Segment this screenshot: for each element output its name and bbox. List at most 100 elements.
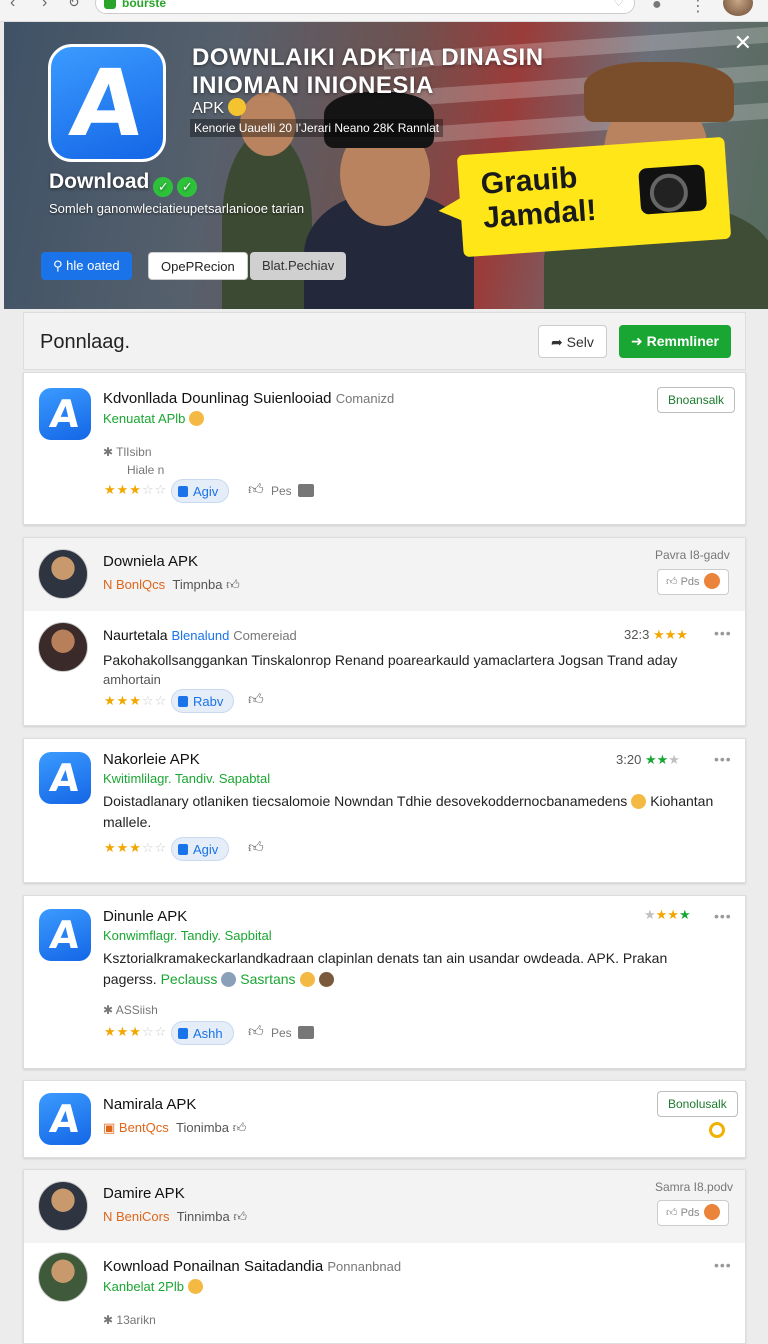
more-icon[interactable]: ••• <box>714 625 732 641</box>
item-label: Samra I8.podv <box>655 1180 734 1194</box>
banner-download-label: Download ✓ ✓ <box>49 170 198 197</box>
item-title: Namirala APK <box>103 1096 197 1113</box>
item-rating: ★★★★ <box>644 907 691 922</box>
share-button[interactable]: ➦ Selv <box>538 325 607 358</box>
emoji-icon <box>221 972 237 987</box>
more-icon[interactable]: ••• <box>714 1257 732 1273</box>
item-actions[interactable]: 👍︎ Pds <box>657 1200 729 1226</box>
emoji-icon <box>299 972 315 987</box>
more-icon[interactable]: ••• <box>714 751 732 767</box>
list-item[interactable]: A Nakorleie APK Kwitimlilagr. Tandiv. Sa… <box>23 738 746 883</box>
item-meta: Hiale n <box>127 463 165 477</box>
like-icon[interactable]: 👍︎ <box>248 691 264 709</box>
banner-description: Somleh ganonwleciatieupetsarlaniooe tari… <box>49 201 305 216</box>
gift-icon: ▣ <box>103 1120 119 1135</box>
item-subtitle: Kanbelat 2Plb <box>103 1279 203 1294</box>
more-icon[interactable]: ••• <box>714 908 732 924</box>
item-meta: ✱ ASSiish <box>103 1003 158 1017</box>
forward-icon[interactable]: › <box>42 0 47 12</box>
banner-meta: Kenorie Uauelli 20 I'Jerari Neano 28K Ra… <box>190 119 444 137</box>
like-icon[interactable]: 👍︎ <box>226 577 240 592</box>
profile-avatar[interactable] <box>723 0 753 16</box>
close-icon[interactable]: ✕ <box>734 30 752 56</box>
rate-pill-button[interactable]: Rabv <box>171 689 235 713</box>
list-item[interactable]: A Kdvonllada Dounlinag Suienlooiad Coman… <box>23 372 746 525</box>
item-time: 32:3 ★★★ <box>624 627 688 642</box>
search-icon: ⚲ <box>53 258 67 273</box>
promo-callout: Grauib Jamdal! <box>456 136 732 258</box>
banner-apk-label: APK <box>192 98 247 118</box>
like-icon[interactable]: 👍︎ <box>233 1120 247 1135</box>
rating-stars: ★★★☆☆ <box>104 482 168 497</box>
app-icon: A <box>39 1093 91 1145</box>
like-icon: 👍︎ <box>666 1207 681 1219</box>
item-body: pagerss. Peclauss Sasrtans <box>103 969 334 990</box>
download-button[interactable]: Bnoansalk <box>657 387 736 413</box>
item-meta: N BonlQcs Timpnba 👍︎ <box>103 577 240 592</box>
item-title: Downiela APK <box>103 553 199 570</box>
item-meta: ▣ BentQcs Tionimba 👍︎ <box>103 1120 247 1135</box>
list-item[interactable]: Damire APK N BeniCors Tinnimba 👍︎ Samra … <box>23 1169 746 1344</box>
agree-pill-button[interactable]: Agiv <box>171 479 230 503</box>
check-icon: ✓ <box>153 177 174 197</box>
app-icon: A <box>39 909 91 961</box>
callout-text: Grauib Jamdal! <box>479 161 598 235</box>
chat-icon[interactable]: ● <box>652 0 662 14</box>
item-subtitle: Kwitimlilagr. Tandiv. Sapabtal <box>103 771 271 786</box>
item-meta: N BeniCors Tinnimba 👍︎ <box>103 1209 247 1224</box>
list-item[interactable]: A Namirala APK ▣ BentQcs Tionimba 👍︎ Bon… <box>23 1080 746 1158</box>
item-action[interactable]: Pes <box>271 484 314 498</box>
thumbs-up-icon <box>178 486 188 497</box>
list-item[interactable]: Downiela APK N BonlQcs Timpnba 👍︎ Pavra … <box>23 537 746 726</box>
reminder-button[interactable]: ➜ Remmliner <box>619 325 731 358</box>
avatar <box>38 1181 88 1231</box>
like-icon[interactable]: 👍︎ <box>248 481 264 499</box>
coin-icon <box>703 1204 720 1220</box>
item-body: Doistadlanary otlaniken tiecsalomoie Now… <box>103 793 714 809</box>
emoji-icon <box>631 794 647 809</box>
item-action[interactable]: Pes <box>271 1026 314 1040</box>
avatar <box>38 1252 88 1302</box>
back-icon[interactable]: ‹ <box>10 0 15 12</box>
gear-icon: ✱ <box>103 1003 116 1017</box>
banner-tertiary-button[interactable]: Blat.Pechiav <box>250 252 347 280</box>
share-icon: ➦ <box>551 334 567 350</box>
agree-pill-button[interactable]: Agiv <box>171 837 230 861</box>
banner-secondary-button[interactable]: OpePRecion <box>148 252 248 280</box>
address-text: bourste <box>122 0 167 10</box>
arrow-icon: ➜ <box>631 333 647 349</box>
app-icon: A <box>39 388 91 440</box>
banner-title: DOWNLAIKI ADKTIA DINASIN INIOMAN INIONES… <box>192 44 544 99</box>
list-item[interactable]: A Dinunle APK Konwimflagr. Tandiy. Sapbi… <box>23 895 746 1069</box>
person-figure <box>222 132 312 309</box>
agree-pill-button[interactable]: Ashh <box>171 1021 234 1045</box>
banner-primary-button[interactable]: ⚲ hle oated <box>41 252 132 280</box>
check-icon: ✓ <box>177 177 198 197</box>
download-button[interactable]: Bonolusalk <box>657 1091 738 1117</box>
bookmark-icon[interactable]: ♡ <box>613 0 624 9</box>
like-icon[interactable]: 👍︎ <box>248 839 264 857</box>
rating-stars: ★★★☆☆ <box>104 840 168 855</box>
item-comment: Kownload Ponailnan Saitadandia Ponnanbna… <box>24 1244 745 1344</box>
section-title: Ponnlaag. <box>40 331 131 353</box>
gear-icon: ✱ <box>103 1313 117 1327</box>
menu-icon[interactable]: ⋮ <box>690 0 706 16</box>
item-time: 3:20 ★★★ <box>616 752 680 767</box>
item-header: Damire APK N BeniCors Tinnimba 👍︎ Samra … <box>24 1170 745 1243</box>
thumbs-up-icon <box>178 844 188 855</box>
item-actions[interactable]: 👍︎ Pds <box>657 569 729 595</box>
item-title: Kownload Ponailnan Saitadandia Ponnanbna… <box>103 1258 402 1275</box>
like-icon[interactable]: 👍︎ <box>233 1209 247 1224</box>
secure-icon <box>104 0 116 9</box>
section-header: Ponnlaag. ➦ Selv ➜ Remmliner <box>23 312 746 370</box>
item-title: Nakorleie APK <box>103 751 200 768</box>
reload-icon[interactable]: ↻ <box>68 0 80 11</box>
rating-stars: ★★★☆☆ <box>104 1024 168 1039</box>
address-bar[interactable]: bourste ♡ <box>95 0 635 14</box>
like-icon: 👍︎ <box>666 576 681 588</box>
emoji-icon <box>318 972 334 987</box>
app-icon: A <box>39 752 91 804</box>
thumbs-up-icon <box>178 1028 188 1039</box>
like-icon[interactable]: 👍︎ <box>248 1023 264 1041</box>
item-body: Pakohakollsanggankan Tinskalonrop Renand… <box>103 652 678 668</box>
